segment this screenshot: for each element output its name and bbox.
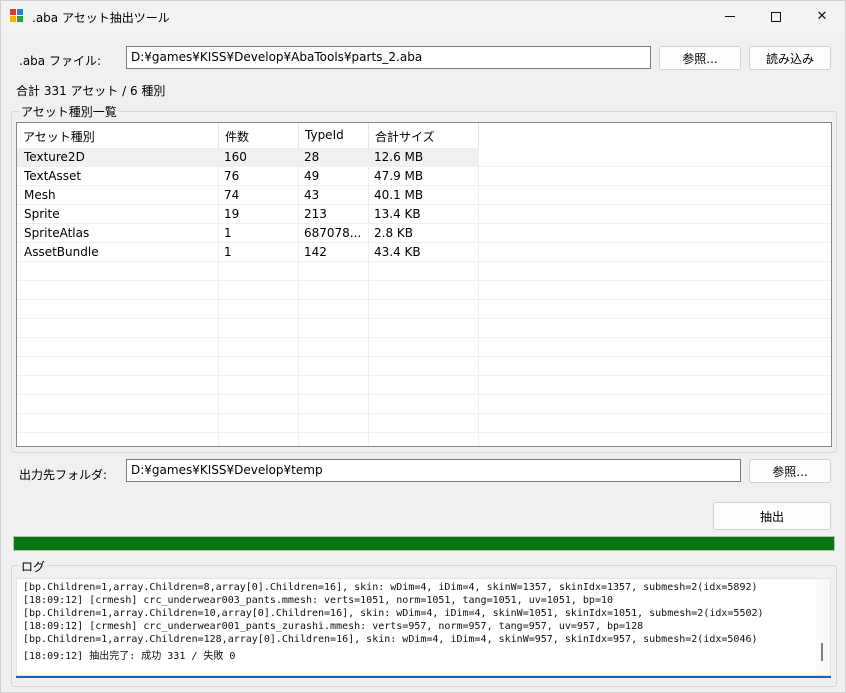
cell-total-size: 13.4 KB: [374, 207, 421, 221]
asset-summary: 合計 331 アセット / 6 種別: [16, 84, 166, 98]
cell-total-size: 47.9 MB: [374, 169, 424, 183]
cell-typeid: 687078...: [304, 226, 362, 240]
log-line: [bp.Children=1,array.Children=8,array[0]…: [23, 582, 758, 593]
cell-typeid: 28: [304, 150, 320, 164]
asset-type-listview[interactable]: アセット種別 件数 TypeId 合計サイズ Texture2D 160 28 …: [16, 122, 832, 447]
cell-typeid: 43: [304, 188, 320, 202]
cell-count: 160: [224, 150, 247, 164]
cell-count: 19: [224, 207, 240, 221]
log-line: [18:09:12] [crmesh] crc_underwear003_pan…: [23, 595, 614, 606]
log-line: [bp.Children=1,array.Children=128,array[…: [23, 634, 758, 645]
browse-aba-button[interactable]: 参照...: [659, 46, 741, 70]
close-button[interactable]: ✕: [799, 1, 845, 32]
minimize-button[interactable]: [707, 1, 753, 32]
cell-count: 76: [224, 169, 240, 183]
empty-row: [17, 357, 831, 376]
empty-row: [17, 338, 831, 357]
column-header-asset-type[interactable]: アセット種別: [17, 123, 219, 148]
cell-count: 1: [224, 226, 232, 240]
log-line: [18:09:12] 抽出完了: 成功 331 / 失敗 0: [23, 651, 236, 662]
log-line: [18:09:12] [crmesh] crc_underwear001_pan…: [23, 621, 644, 632]
window-title: .aba アセット抽出ツール: [32, 11, 170, 25]
list-row[interactable]: AssetBundle 1 142 43.4 KB: [17, 243, 831, 262]
app-icon: [10, 9, 26, 24]
cell-count: 74: [224, 188, 240, 202]
column-header-count[interactable]: 件数: [219, 123, 299, 148]
extract-button[interactable]: 抽出: [713, 502, 831, 530]
empty-row: [17, 395, 831, 414]
close-icon: ✕: [816, 9, 828, 24]
log-scrollbar-thumb[interactable]: [821, 643, 823, 661]
cell-typeid: 142: [304, 245, 327, 259]
browse-output-button[interactable]: 参照...: [749, 459, 831, 483]
empty-row: [17, 300, 831, 319]
minimize-icon: [725, 16, 735, 17]
log-focus-underline: [16, 676, 831, 678]
cell-asset-type: Texture2D: [24, 150, 85, 164]
list-row[interactable]: Sprite 19 213 13.4 KB: [17, 205, 831, 224]
cell-typeid: 49: [304, 169, 320, 183]
column-header-total-size[interactable]: 合計サイズ: [369, 123, 479, 148]
cell-typeid: 213: [304, 207, 327, 221]
load-button[interactable]: 読み込み: [749, 46, 831, 70]
progress-bar: [13, 536, 835, 551]
list-row[interactable]: TextAsset 76 49 47.9 MB: [17, 167, 831, 186]
main-window: .aba アセット抽出ツール ✕ .aba ファイル: D:¥games¥KIS…: [0, 0, 846, 693]
aba-file-path-input[interactable]: D:¥games¥KISS¥Develop¥AbaTools¥parts_2.a…: [126, 46, 651, 69]
list-row[interactable]: Texture2D 160 28 12.6 MB: [17, 148, 831, 167]
empty-row: [17, 262, 831, 281]
log-textbox[interactable]: [bp.Children=1,array.Children=8,array[0]…: [16, 578, 831, 676]
log-group-title: ログ: [19, 558, 48, 575]
cell-total-size: 43.4 KB: [374, 245, 421, 259]
list-row[interactable]: Mesh 74 43 40.1 MB: [17, 186, 831, 205]
listview-header: アセット種別 件数 TypeId 合計サイズ: [17, 123, 831, 148]
cell-total-size: 2.8 KB: [374, 226, 413, 240]
cell-asset-type: TextAsset: [24, 169, 82, 183]
log-line: [bp.Children=1,array.Children=10,array[0…: [23, 608, 764, 619]
cell-asset-type: Mesh: [24, 188, 56, 202]
output-folder-label: 出力先フォルダ:: [19, 468, 108, 482]
empty-row: [17, 414, 831, 433]
cell-asset-type: Sprite: [24, 207, 60, 221]
empty-row: [17, 376, 831, 395]
aba-file-label: .aba ファイル:: [19, 54, 101, 68]
cell-total-size: 40.1 MB: [374, 188, 424, 202]
cell-asset-type: AssetBundle: [24, 245, 99, 259]
maximize-icon: [771, 11, 781, 22]
column-header-typeid[interactable]: TypeId: [299, 123, 369, 148]
cell-asset-type: SpriteAtlas: [24, 226, 90, 240]
log-scrollbar[interactable]: [816, 579, 830, 675]
empty-row: [17, 319, 831, 338]
asset-type-group-title: アセット種別一覧: [19, 103, 119, 120]
cell-count: 1: [224, 245, 232, 259]
progress-fill: [14, 537, 834, 550]
cell-total-size: 12.6 MB: [374, 150, 424, 164]
empty-row: [17, 281, 831, 300]
list-row[interactable]: SpriteAtlas 1 687078... 2.8 KB: [17, 224, 831, 243]
output-folder-input[interactable]: D:¥games¥KISS¥Develop¥temp: [126, 459, 741, 482]
title-bar: .aba アセット抽出ツール ✕: [1, 1, 845, 32]
maximize-button[interactable]: [753, 1, 799, 32]
